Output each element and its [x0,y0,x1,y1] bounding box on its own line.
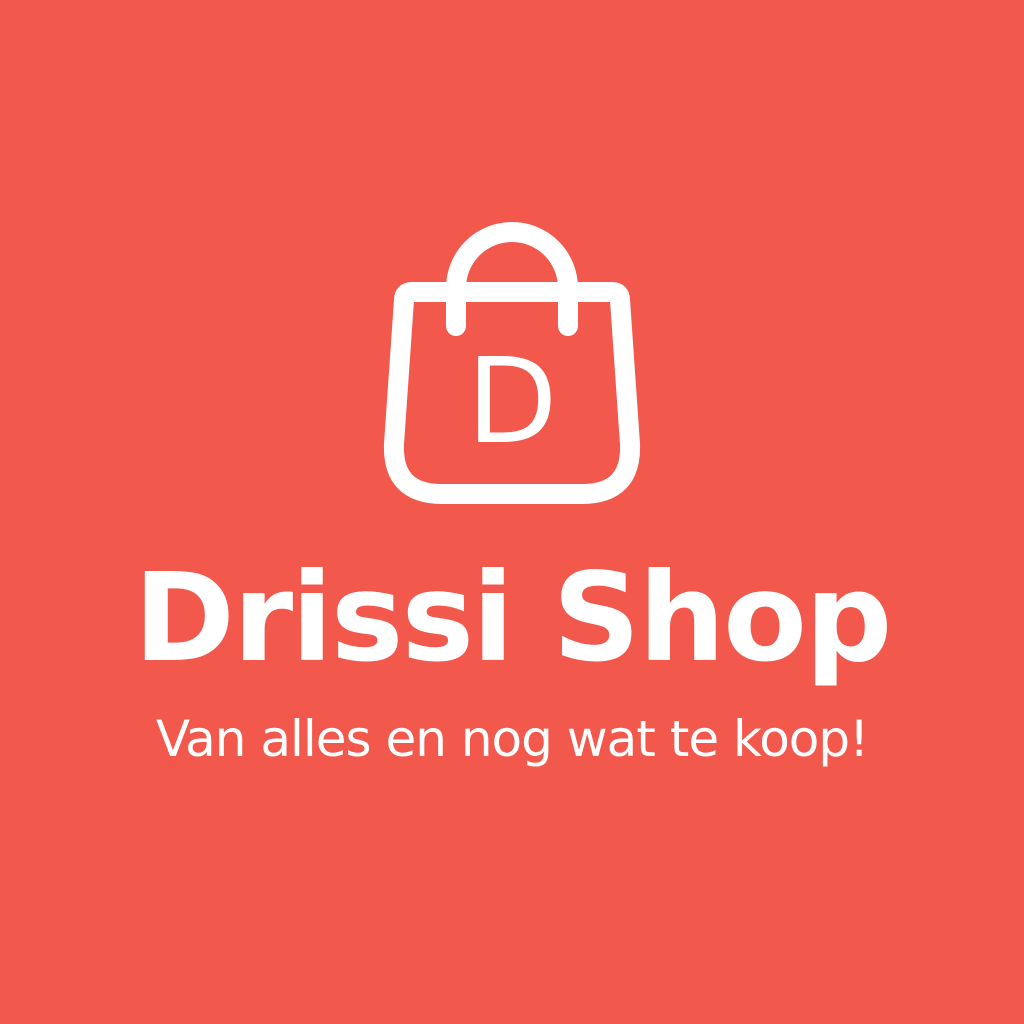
brand-tagline: Van alles en nog wat te koop! [155,710,869,768]
brand-name: Drissi Shop [133,547,893,689]
bag-handle [446,222,578,336]
bag-monogram: D [467,332,558,470]
logo-lockup: D Drissi Shop Van alles en nog wat te ko… [0,0,1024,1024]
shopping-bag-icon: D [383,222,641,504]
